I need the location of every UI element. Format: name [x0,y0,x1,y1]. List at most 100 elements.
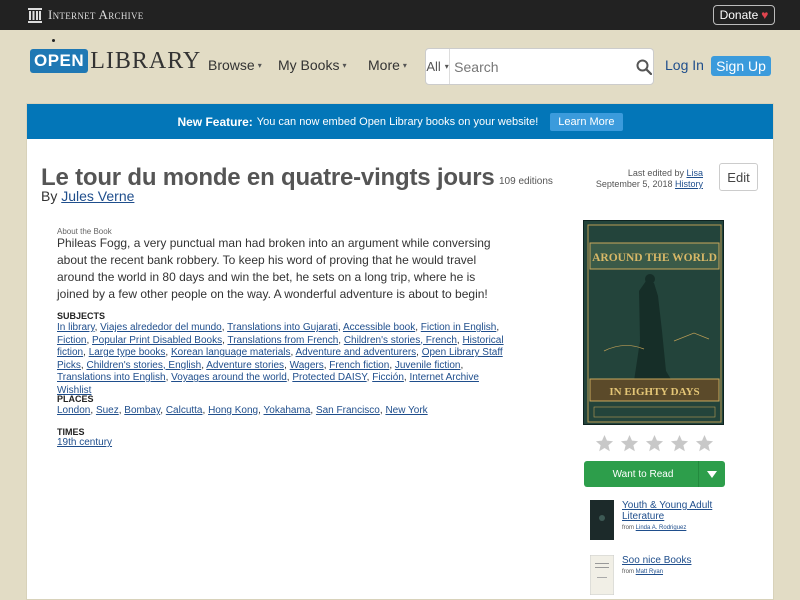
star-icon[interactable] [620,434,639,453]
author-link[interactable]: Jules Verne [61,188,134,204]
tag-link[interactable]: Children's stories, French [344,335,457,346]
nav-my-books[interactable]: My Books ▾ [278,57,346,73]
open-library-logo[interactable]: OPEN LIBRARY [30,39,202,78]
tag-link[interactable]: Hong Kong [208,405,258,416]
logo-open-badge: OPEN [30,39,89,73]
list-title[interactable]: Youth & Young Adult Literature [622,500,722,522]
tag-link[interactable]: Bombay [124,405,160,416]
last-edited-label: Last edited by [627,168,684,178]
book-cover[interactable]: AROUND THE WORLD IN EIGHTY DAYS [583,220,724,425]
book-description: Phileas Fogg, a very punctual man had br… [57,236,491,301]
tag-link[interactable]: Korean language materials [171,347,291,358]
tag-link[interactable]: Wagers [290,360,324,371]
list-item[interactable]: Youth & Young Adult Literature from Lind… [590,500,722,540]
tag-link[interactable]: Translations into English [57,372,166,383]
list-owner: from Matt Ryan [622,569,722,575]
nav-more-label: More [368,57,400,73]
times-label: TIMES [57,427,85,437]
list-info: Youth & Young Adult Literature from Lind… [622,500,722,540]
tag-link[interactable]: Ficción [372,372,404,383]
cover-title-bottom: IN EIGHTY DAYS [609,386,699,398]
star-icon[interactable] [645,434,664,453]
by-label: By [41,188,58,204]
tag-link[interactable]: Suez [96,405,119,416]
archive-building-icon [28,7,42,23]
tag-link[interactable]: Fiction in English [421,322,497,333]
internet-archive-bar: Internet Archive Donate ♥ [0,0,800,30]
cover-title-top: AROUND THE WORLD [592,252,717,264]
search-bar: All ▾ [425,48,654,85]
tag-link[interactable]: Viajes alrededor del mundo [100,322,222,333]
star-rating [595,434,714,453]
history-link[interactable]: History [675,179,703,189]
caret-down-icon: ▾ [257,60,262,70]
learn-more-button[interactable]: Learn More [550,112,623,131]
last-edited-user-link[interactable]: Lisa [686,168,703,178]
star-icon[interactable] [695,434,714,453]
places-label: PLACES [57,394,94,404]
last-edited-info: Last edited by Lisa September 5, 2018 Hi… [587,168,703,190]
nav-more[interactable]: More ▾ [368,57,407,73]
star-icon[interactable] [595,434,614,453]
reading-log-dropdown-icon[interactable] [699,470,725,478]
subjects-label: SUBJECTS [57,311,106,321]
nav-browse-label: Browse [208,57,255,73]
tag-link[interactable]: Large type books [89,347,166,358]
signup-button[interactable]: Sign Up [711,56,771,76]
list-cover-thumbnail [590,500,614,540]
nav-browse[interactable]: Browse ▾ [208,57,262,73]
login-link[interactable]: Log In [665,57,704,73]
author-byline: By Jules Verne [41,188,134,204]
caret-down-icon: ▾ [342,60,347,70]
book-page-card: New Feature: You can now embed Open Libr… [26,103,774,600]
list-title[interactable]: Soo nice Books [622,555,722,566]
tag-link[interactable]: London [57,405,90,416]
edit-button[interactable]: Edit [719,163,758,191]
tag-link[interactable]: San Francisco [316,405,380,416]
times-list: 19th century [57,437,509,450]
want-to-read-label[interactable]: Want to Read [584,469,698,480]
tag-link[interactable]: In library [57,322,95,333]
tag-link[interactable]: New York [385,405,427,416]
tag-link[interactable]: 19th century [57,437,112,448]
list-from-label: from [622,569,634,575]
logo-open-text: OPEN [34,51,85,70]
list-from-label: from [622,525,634,531]
tag-link[interactable]: Accessible book [343,322,415,333]
caret-down-icon: ▾ [444,62,449,71]
star-icon[interactable] [670,434,689,453]
logo-library-text: LIBRARY [90,47,202,74]
list-cover-thumbnail [590,555,614,595]
tag-link[interactable]: Calcutta [166,405,203,416]
tag-link[interactable]: Translations into Gujarati [227,322,338,333]
search-input[interactable] [450,49,636,84]
nav-my-books-label: My Books [278,57,340,73]
tag-link[interactable]: Adventure stories [206,360,284,371]
donate-button[interactable]: Donate ♥ [713,5,775,25]
last-edited-date: September 5, 2018 [595,179,673,189]
tag-link[interactable]: Adventure and adventurers [296,347,417,358]
internet-archive-logo[interactable]: Internet Archive [28,6,144,24]
tag-link[interactable]: Protected DAISY [292,372,366,383]
editions-count[interactable]: 109 editions [499,176,553,187]
logo-dot [52,39,55,42]
places-list: London, Suez, Bombay, Calcutta, Hong Kon… [57,405,428,416]
caret-down-icon: ▾ [402,60,407,70]
tag-link[interactable]: Popular Print Disabled Books [92,335,222,346]
tag-link[interactable]: Children's stories, English [86,360,201,371]
tag-link[interactable]: French fiction [329,360,389,371]
tag-link[interactable]: Yokahama [264,405,311,416]
list-owner: from Linda A. Rodriguez [622,525,722,531]
tag-link[interactable]: Juvenile fiction [395,360,461,371]
tag-link[interactable]: Voyages around the world [171,372,287,383]
search-scope-select[interactable]: All ▾ [426,49,451,84]
tag-link[interactable]: Fiction [57,335,86,346]
list-owner-link[interactable]: Matt Ryan [636,569,663,575]
list-item[interactable]: Soo nice Books from Matt Ryan [590,555,722,595]
search-scope-value: All [426,59,441,74]
search-icon[interactable] [635,59,653,75]
tag-link[interactable]: Translations from French [227,335,338,346]
list-owner-link[interactable]: Linda A. Rodriguez [636,525,687,531]
internet-archive-logo-text: Internet Archive [48,7,144,22]
subjects-list: In library, Viajes alrededor del mundo, … [57,322,504,396]
